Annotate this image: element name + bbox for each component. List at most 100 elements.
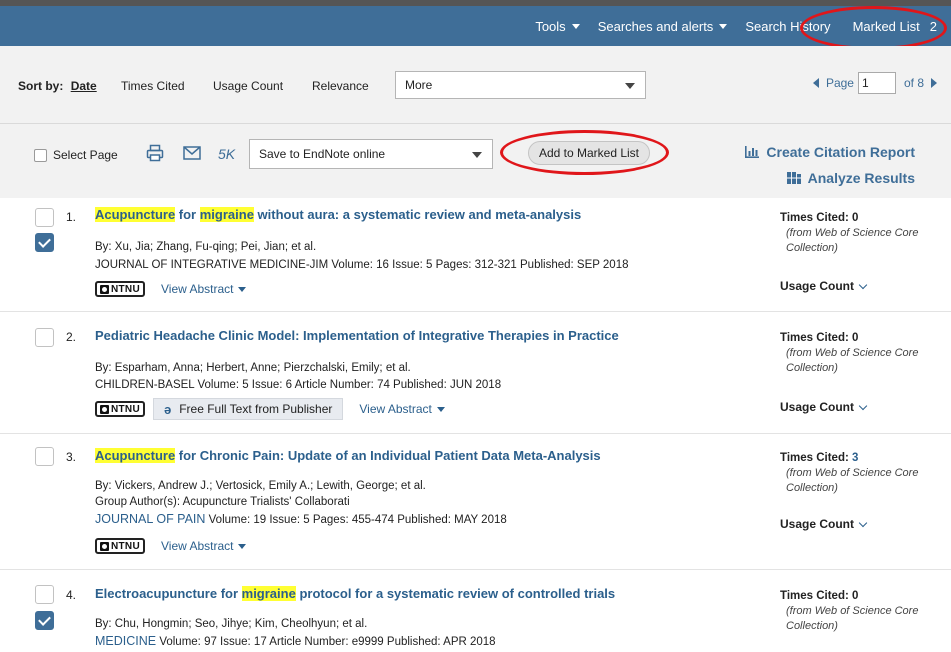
view-abstract-label: View Abstract [160, 282, 234, 296]
sort-by-text: Sort by: [18, 79, 64, 93]
save-to-select[interactable]: Save to EndNote online [249, 139, 493, 169]
tools-label: Tools [535, 18, 566, 34]
record-number: 1. [66, 210, 77, 224]
add-to-marked-list-button[interactable]: Add to Marked List [528, 141, 650, 165]
ntnu-label: NTNU [111, 283, 140, 295]
record-checkbox[interactable] [35, 447, 54, 466]
times-cited-source: (from Web of Science Core Collection) [786, 347, 919, 374]
times-cited-label: Times Cited: [780, 332, 849, 344]
record-links: NTNU View Abstract [95, 281, 247, 297]
chevron-down-icon [858, 518, 868, 527]
results-toolbar: Select Page 5K Save to EndNote online Ad… [0, 124, 951, 198]
sort-option-relevance[interactable]: Relevance [312, 79, 369, 93]
record-title-link[interactable]: Acupuncture for Chronic Pain: Update of … [95, 448, 601, 463]
tools-menu[interactable]: Tools [535, 18, 580, 34]
ntnu-logo-icon [100, 541, 109, 551]
title-highlight: migraine [199, 207, 254, 222]
journal-name-link[interactable]: MEDICINE [95, 634, 156, 648]
record-checkbox-checked[interactable] [35, 233, 54, 252]
times-cited-value[interactable]: 3 [852, 452, 858, 464]
times-cited-label: Times Cited: [780, 590, 849, 602]
record-authors: By: Xu, Jia; Zhang, Fu-qing; Pei, Jian; … [95, 241, 317, 253]
sort-option-times-cited[interactable]: Times Cited [121, 79, 185, 93]
dropdown-arrow-icon [625, 83, 635, 89]
ntnu-fulltext-button[interactable]: NTNU [95, 538, 145, 554]
save-to-value: Save to EndNote online [259, 147, 386, 161]
result-record-3: 3. Acupuncture for Chronic Pain: Update … [0, 434, 951, 570]
times-cited-block: Times Cited: 3 (from Web of Science Core… [780, 452, 930, 496]
marked-list-link[interactable]: Marked List 2 [853, 19, 937, 34]
view-abstract-link[interactable]: View Abstract [160, 539, 247, 553]
times-cited-label: Times Cited: [780, 212, 849, 224]
next-page-icon[interactable] [931, 78, 937, 88]
sort-option-date[interactable]: Date [71, 79, 97, 93]
record-journal: CHILDREN-BASEL Volume: 5 Issue: 6 Articl… [95, 379, 502, 391]
record-title-link[interactable]: Electroacupuncture for migraine protocol… [95, 586, 615, 601]
ntnu-fulltext-button[interactable]: NTNU [95, 281, 145, 297]
journal-name-link[interactable]: JOURNAL OF PAIN [95, 512, 205, 526]
create-citation-report-link[interactable]: Create Citation Report [744, 144, 915, 160]
sort-more-value: More [405, 78, 433, 92]
searches-alerts-menu[interactable]: Searches and alerts [598, 19, 728, 34]
record-title-link[interactable]: Pediatric Headache Clinic Model: Impleme… [95, 328, 619, 343]
open-access-icon: ə [163, 401, 172, 417]
result-record-4: 4. Electroacupuncture for migraine proto… [0, 570, 951, 652]
chevron-down-icon [858, 401, 868, 410]
dropdown-arrow-icon [472, 152, 482, 158]
sort-more-select[interactable]: More [395, 71, 646, 99]
select-page-label: Select Page [53, 148, 118, 162]
times-cited-source: (from Web of Science Core Collection) [786, 605, 919, 632]
record-journal: JOURNAL OF INTEGRATIVE MEDICINE-JIM Volu… [95, 259, 629, 271]
page-label: Page [825, 76, 854, 90]
previous-page-icon[interactable] [812, 78, 819, 88]
view-abstract-link[interactable]: View Abstract [160, 282, 247, 296]
times-cited-source: (from Web of Science Core Collection) [786, 467, 919, 494]
title-text: protocol for a systematic review of cont… [295, 586, 616, 601]
record-number: 3. [66, 450, 77, 464]
export-count-label[interactable]: 5K [218, 146, 235, 162]
select-page-checkbox[interactable] [34, 149, 47, 162]
sort-option-usage-count[interactable]: Usage Count [213, 79, 283, 93]
view-abstract-label: View Abstract [160, 539, 234, 553]
title-highlight: Acupuncture [95, 448, 176, 463]
analyze-results-label: Analyze Results [807, 170, 915, 186]
usage-count-toggle[interactable]: Usage Count [780, 517, 868, 531]
record-checkbox[interactable] [35, 208, 54, 227]
title-highlight: migraine [241, 586, 296, 601]
view-abstract-link[interactable]: View Abstract [359, 402, 445, 416]
searches-alerts-label: Searches and alerts [597, 18, 714, 34]
times-cited-block: Times Cited: 0 (from Web of Science Core… [780, 332, 930, 376]
ntnu-label: NTNU [111, 540, 140, 552]
record-group-author: Group Author(s): Acupuncture Trialists' … [95, 496, 350, 508]
email-icon[interactable] [183, 146, 201, 160]
times-cited-label: Times Cited: [780, 452, 849, 464]
record-number: 2. [66, 330, 77, 344]
sort-bar: Sort by: Date Times Cited Usage Count Re… [0, 46, 951, 124]
bar-chart-icon [745, 146, 760, 158]
usage-count-toggle[interactable]: Usage Count [780, 400, 868, 414]
marked-list-count: 2 [929, 18, 937, 34]
page-of-label: of 8 [903, 76, 924, 90]
usage-count-label: Usage Count [780, 517, 855, 531]
create-citation-report-label: Create Citation Report [766, 144, 915, 160]
search-history-link[interactable]: Search History [745, 19, 830, 34]
ntnu-logo-icon [100, 404, 109, 414]
analyze-results-link[interactable]: Analyze Results [786, 170, 915, 186]
print-icon[interactable] [146, 144, 164, 162]
ntnu-fulltext-button[interactable]: NTNU [95, 401, 145, 417]
record-title-link[interactable]: Acupuncture for migraine without aura: a… [95, 207, 581, 222]
free-full-text-button[interactable]: ə Free Full Text from Publisher [152, 398, 344, 420]
top-navigation: Tools Searches and alerts Search History… [0, 6, 951, 46]
page-number-input[interactable] [857, 72, 896, 94]
result-record-1: 1. Acupuncture for migraine without aura… [0, 198, 951, 312]
journal-details: Volume: 19 Issue: 5 Pages: 455-474 Publi… [205, 514, 507, 526]
title-text: without aura: a systematic review and me… [253, 207, 582, 222]
title-text: for Chronic Pain: Update of an Individua… [175, 448, 601, 463]
record-checkbox-checked[interactable] [35, 611, 54, 630]
times-cited-value: 0 [852, 590, 859, 602]
usage-count-toggle[interactable]: Usage Count [780, 279, 868, 293]
times-cited-source: (from Web of Science Core Collection) [786, 227, 919, 254]
record-checkbox[interactable] [35, 585, 54, 604]
record-checkbox[interactable] [35, 328, 54, 347]
record-authors: By: Esparham, Anna; Herbert, Anne; Pierz… [95, 362, 411, 374]
